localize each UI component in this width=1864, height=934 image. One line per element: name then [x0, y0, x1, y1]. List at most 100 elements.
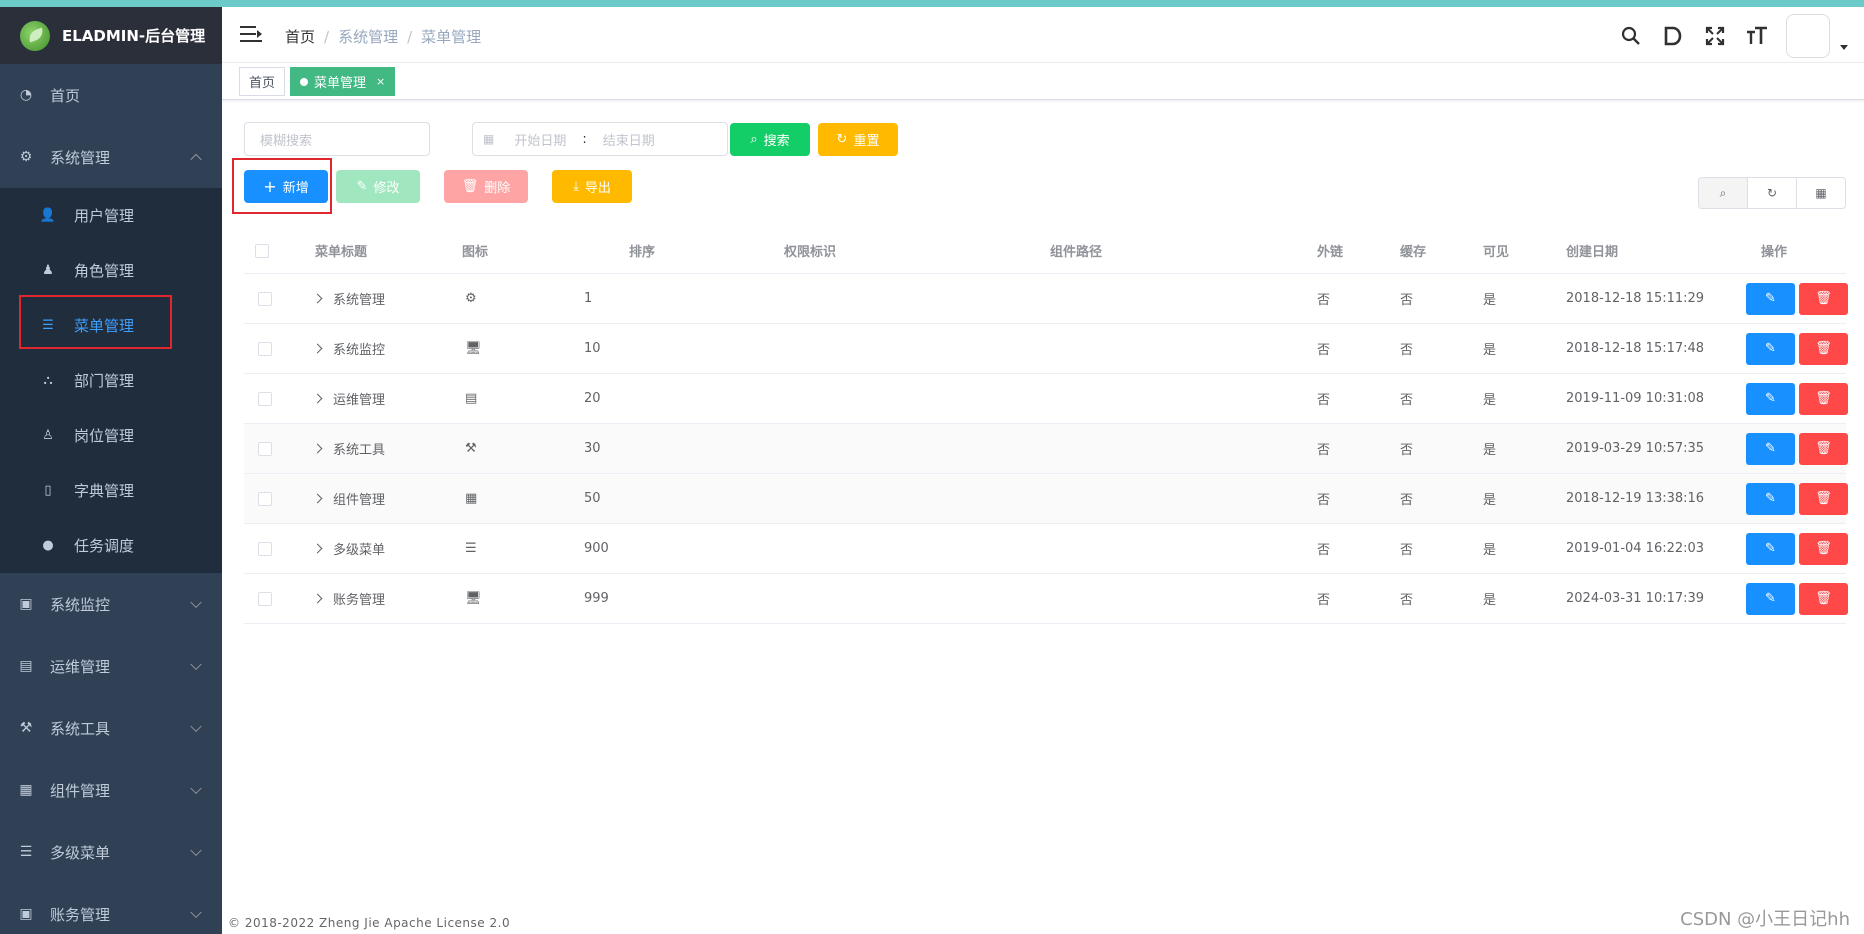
- row-checkbox[interactable]: [258, 541, 272, 556]
- sidebar-item-roles[interactable]: ♟ 角色管理: [0, 243, 222, 298]
- chevron-right-icon[interactable]: [312, 443, 323, 454]
- close-icon[interactable]: ×: [376, 75, 385, 88]
- table-row[interactable]: 组件管理 ▦ 50 否 否 是 2018-12-19 13:38:16 ✎ 🗑: [244, 474, 1848, 524]
- table-row[interactable]: 多级菜单 ☰ 900 否 否 是 2019-01-04 16:22:03 ✎ 🗑: [244, 524, 1848, 574]
- chevron-right-icon[interactable]: [312, 393, 323, 404]
- row-menu-icon: ▤: [465, 391, 478, 406]
- search-icon[interactable]: [1610, 15, 1652, 57]
- sidebar-item-label: 系统工具: [50, 719, 111, 738]
- row-title: 系统管理: [333, 293, 386, 308]
- sidebar-item-tools[interactable]: ⚒ 系统工具: [0, 697, 222, 759]
- header-visible: 可见: [1483, 245, 1510, 260]
- table-row[interactable]: 系统监控 🖥 10 否 否 是 2018-12-18 15:17:48 ✎ 🗑: [244, 324, 1848, 374]
- sidebar-item-jobs[interactable]: ● 任务调度: [0, 518, 222, 573]
- breadcrumb-home[interactable]: 首页: [285, 28, 315, 46]
- sidebar-item-dict[interactable]: ▯ 字典管理: [0, 463, 222, 518]
- chevron-right-icon[interactable]: [312, 493, 323, 504]
- row-delete-button[interactable]: 🗑: [1799, 582, 1848, 615]
- row-edit-button[interactable]: ✎: [1746, 282, 1795, 315]
- export-button[interactable]: ⤓ 导出: [552, 170, 632, 203]
- row-iframe: 否: [1317, 493, 1331, 508]
- refresh-button[interactable]: ↻: [1748, 178, 1797, 208]
- search-input[interactable]: 模糊搜索: [244, 122, 430, 156]
- row-iframe: 否: [1317, 293, 1331, 308]
- header-created: 创建日期: [1566, 245, 1619, 260]
- sidebar-item-depts[interactable]: ⛬ 部门管理: [0, 353, 222, 408]
- row-checkbox[interactable]: [258, 491, 272, 506]
- table-tools: ⌕ ↻ ▦: [1698, 177, 1846, 209]
- sidebar-item-nested[interactable]: ☰ 多级菜单: [0, 821, 222, 883]
- sidebar-item-label: 账务管理: [50, 905, 111, 924]
- row-sort: 10: [584, 341, 601, 356]
- header-permission: 权限标识: [784, 245, 837, 260]
- row-delete-button[interactable]: 🗑: [1799, 432, 1848, 465]
- sidebar-item-components[interactable]: ▦ 组件管理: [0, 759, 222, 821]
- row-checkbox[interactable]: [258, 391, 272, 406]
- fullscreen-icon[interactable]: [1694, 15, 1736, 57]
- row-delete-button[interactable]: 🗑: [1799, 382, 1848, 415]
- row-sort: 1: [584, 291, 593, 306]
- sidebar-item-ops[interactable]: ▤ 运维管理: [0, 635, 222, 697]
- highlight-box-menu-item: [19, 295, 172, 349]
- sidebar-item-posts[interactable]: ♙ 岗位管理: [0, 408, 222, 463]
- table-row[interactable]: 账务管理 🖥 999 否 否 是 2024-03-31 10:17:39 ✎ 🗑: [244, 574, 1848, 624]
- row-delete-button[interactable]: 🗑: [1799, 482, 1848, 515]
- caret-down-icon[interactable]: [1840, 44, 1848, 50]
- row-title: 多级菜单: [333, 543, 386, 558]
- reset-button[interactable]: ↻ 重置: [818, 123, 898, 156]
- sidebar-item-monitor[interactable]: ▣ 系统监控: [0, 573, 222, 635]
- row-checkbox[interactable]: [258, 291, 272, 306]
- row-title: 系统监控: [333, 343, 386, 358]
- row-sort: 900: [584, 541, 609, 556]
- edit-button[interactable]: ✎ 修改: [336, 170, 420, 203]
- sidebar-item-users[interactable]: 👤 用户管理: [0, 188, 222, 243]
- row-edit-button[interactable]: ✎: [1746, 382, 1795, 415]
- row-checkbox[interactable]: [258, 591, 272, 606]
- row-delete-button[interactable]: 🗑: [1799, 332, 1848, 365]
- avatar[interactable]: [1786, 14, 1830, 58]
- chevron-right-icon[interactable]: [312, 593, 323, 604]
- logo[interactable]: ELADMIN-后台管理: [0, 7, 222, 64]
- row-iframe: 否: [1317, 443, 1331, 458]
- row-menu-icon: ☰: [465, 541, 477, 556]
- select-all-checkbox[interactable]: [255, 243, 269, 258]
- chevron-down-icon: [190, 720, 202, 733]
- columns-button[interactable]: ▦: [1797, 178, 1845, 208]
- delete-button[interactable]: 🗑 删除: [444, 170, 528, 203]
- breadcrumb: 首页 / 系统管理 / 菜单管理: [285, 28, 482, 46]
- tag-current[interactable]: 菜单管理 ×: [290, 67, 396, 96]
- row-edit-button[interactable]: ✎: [1746, 582, 1795, 615]
- row-delete-button[interactable]: 🗑: [1799, 282, 1848, 315]
- sidebar-item-home[interactable]: ◔ 首页: [0, 64, 222, 126]
- chevron-right-icon[interactable]: [312, 293, 323, 304]
- hamburger-icon[interactable]: [240, 25, 262, 43]
- search-button[interactable]: ⌕ 搜索: [730, 123, 810, 156]
- sidebar-item-system[interactable]: ⚙ 系统管理: [0, 126, 222, 188]
- timer-icon: ●: [42, 538, 54, 553]
- doc-icon[interactable]: [1652, 15, 1694, 57]
- calendar-icon: ▦: [483, 132, 495, 146]
- trash-icon: 🗑: [1815, 341, 1832, 356]
- toggle-search-button[interactable]: ⌕: [1699, 178, 1748, 208]
- watermark: CSDN @小王日记hh: [1680, 909, 1850, 930]
- row-edit-button[interactable]: ✎: [1746, 482, 1795, 515]
- row-checkbox[interactable]: [258, 341, 272, 356]
- row-checkbox[interactable]: [258, 441, 272, 456]
- row-delete-button[interactable]: 🗑: [1799, 532, 1848, 565]
- highlight-box-add-button: [232, 158, 332, 214]
- monitor-icon: ▣: [19, 906, 33, 922]
- row-edit-button[interactable]: ✎: [1746, 432, 1795, 465]
- table-row[interactable]: 系统工具 ⚒ 30 否 否 是 2019-03-29 10:57:35 ✎ 🗑: [244, 424, 1848, 474]
- tag-home[interactable]: 首页: [239, 67, 286, 96]
- row-title: 运维管理: [333, 393, 386, 408]
- row-edit-button[interactable]: ✎: [1746, 532, 1795, 565]
- row-edit-button[interactable]: ✎: [1746, 332, 1795, 365]
- chevron-right-icon[interactable]: [312, 343, 323, 354]
- date-range-picker[interactable]: ▦ 开始日期 : 结束日期: [472, 122, 728, 156]
- start-date-placeholder: 开始日期: [514, 133, 567, 149]
- table-row[interactable]: 运维管理 ▤ 20 否 否 是 2019-11-09 10:31:08 ✎ 🗑: [244, 374, 1848, 424]
- sidebar-item-finance[interactable]: ▣ 账务管理: [0, 883, 222, 934]
- chevron-right-icon[interactable]: [312, 543, 323, 554]
- table-row[interactable]: 系统管理 ⚙ 1 否 否 是 2018-12-18 15:11:29 ✎ 🗑: [244, 274, 1848, 324]
- font-size-icon[interactable]: [1736, 15, 1778, 57]
